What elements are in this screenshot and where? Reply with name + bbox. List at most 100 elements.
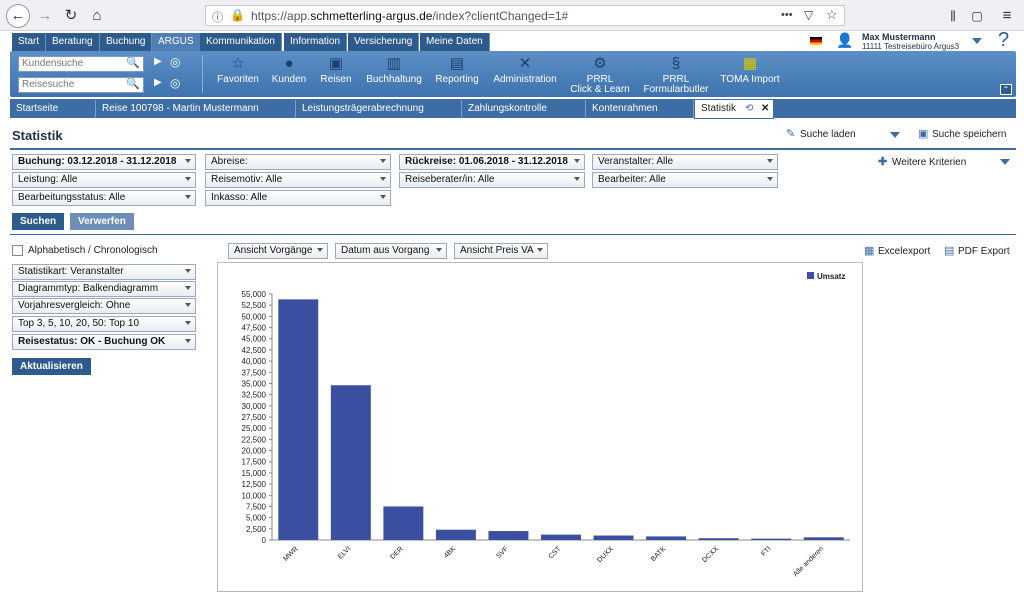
discard-button[interactable]: Verwerfen [70, 213, 134, 230]
y-tick-label: 22,500 [242, 435, 267, 444]
tool-prrl-click-learn[interactable]: ⚙ PRRL Click & Learn [568, 55, 632, 95]
search-icon[interactable]: 🔍 [126, 77, 140, 90]
avatar: 👤 [836, 32, 854, 48]
learn-icon: ⚙ [593, 55, 607, 72]
y-tick-label: 25,000 [242, 424, 267, 433]
view-datum[interactable]: Datum aus Vorgang [335, 243, 447, 259]
load-search-chevron-icon[interactable] [890, 132, 900, 138]
tool-favoriten[interactable]: ☆ Favoriten [214, 55, 262, 85]
filter-inkasso[interactable]: Inkasso: Alle [205, 190, 391, 206]
bar-dcxx [698, 538, 739, 540]
filter-buchung[interactable]: Buchung: 03.12.2018 - 31.12.2018 [12, 154, 196, 170]
bar-chart: 0 2,500 5,000 7,500 10,000 12,500 15,000 17,500… [217, 262, 863, 592]
y-tick-label: 37,500 [242, 368, 267, 377]
nav-meine-daten[interactable]: Meine Daten [420, 33, 490, 51]
search-icon[interactable]: 🔍 [126, 56, 140, 69]
option-vorjahresvergleich[interactable]: Vorjahresvergleich: Ohne [12, 298, 196, 314]
collapse-toolbar-icon[interactable]: ⌃ [1000, 84, 1012, 95]
y-tick-label: 20,000 [242, 447, 267, 456]
save-search-button[interactable]: ▣ Suche speichern [918, 129, 1007, 141]
bar-der [383, 506, 424, 540]
search-button[interactable]: Suchen [12, 213, 65, 230]
nav-buchung[interactable]: Buchung [100, 33, 153, 51]
view-preis[interactable]: Ansicht Preis VA [454, 243, 548, 259]
filter-bearbeitungsstatus[interactable]: Bearbeitungsstatus: Alle [12, 190, 196, 206]
x-tick-label: BATK [650, 545, 668, 563]
filter-rueckreise[interactable]: Rückreise: 01.06.2018 - 31.12.2018 [399, 154, 585, 170]
tab-zahlungskontrolle[interactable]: Zahlungskontrolle [462, 100, 586, 118]
menu-icon[interactable]: ≡ [996, 5, 1018, 27]
tab-kontenrahmen[interactable]: Kontenrahmen [586, 100, 694, 118]
option-statistikart[interactable]: Statistikart: Veranstalter [12, 264, 196, 280]
sidebar-icon[interactable]: ▢ [966, 5, 988, 27]
user-menu-chevron-icon[interactable] [972, 38, 982, 44]
more-criteria-button[interactable]: ✚ Weitere Kriterien [878, 157, 966, 169]
option-diagrammtyp[interactable]: Diagrammtyp: Balkendiagramm [12, 281, 196, 297]
eye-icon[interactable]: ◎ [170, 76, 180, 90]
excel-export-button[interactable]: ▦ Excelexport [864, 246, 930, 258]
tool-prrl-formularbutler[interactable]: § PRRL Formularbutler [640, 55, 712, 95]
reload-icon[interactable]: ↻ [60, 5, 82, 27]
y-tick-label: 15,000 [242, 469, 267, 478]
help-icon[interactable]: ? [998, 29, 1009, 52]
option-reisestatus[interactable]: Reisestatus: OK - Buchung OK [12, 334, 196, 350]
tab-leistungstraegerabrechnung[interactable]: Leistungsträgerabrechnung [296, 100, 462, 118]
close-icon[interactable]: ✕ [761, 100, 769, 118]
bar-batk [646, 536, 687, 540]
legend-swatch [807, 272, 814, 279]
view-ansicht[interactable]: Ansicht Vorgänge [228, 243, 328, 259]
update-button[interactable]: Aktualisieren [12, 358, 91, 375]
tool-reisen[interactable]: ▣ Reisen [316, 55, 356, 85]
nav-beratung[interactable]: Beratung [46, 33, 100, 51]
tool-reporting[interactable]: ▤ Reporting [432, 55, 482, 85]
bookmark-star-icon[interactable]: ☆ [826, 7, 838, 23]
refresh-icon[interactable]: ⟲ [745, 100, 753, 118]
y-tick-label: 35,000 [242, 379, 267, 388]
tab-statistik[interactable]: Statistik ⟲ ✕ [694, 99, 774, 119]
tab-reise[interactable]: Reise 100798 - Martin Mustermann [96, 100, 296, 118]
nav-versicherung[interactable]: Versicherung [348, 33, 420, 51]
play-icon[interactable]: ▶ [154, 77, 162, 88]
flag-de-icon[interactable] [810, 37, 822, 45]
filter-abreise[interactable]: Abreise: [205, 154, 391, 170]
y-tick-label: 30,000 [242, 402, 267, 411]
library-icon[interactable]: ⫼ [942, 5, 964, 27]
sort-checkbox[interactable] [12, 245, 23, 256]
nav-argus[interactable]: ARGUS [152, 33, 201, 51]
x-tick-label: Alle anderen [792, 545, 825, 578]
page-actions-icon[interactable]: ••• [781, 9, 793, 21]
x-tick-label: MWR [282, 545, 299, 562]
address-bar[interactable]: ⓘ 🔒 https://app.schmetterling-argus.de/i… [205, 5, 845, 26]
nav-information[interactable]: Information [284, 33, 348, 51]
pocket-icon[interactable]: ▽ [804, 8, 813, 22]
main-nav: Start Beratung Buchung ARGUS Kommunikati… [0, 29, 1024, 52]
pdf-export-button[interactable]: ▤ PDF Export [944, 245, 1010, 258]
filter-bearbeiter[interactable]: Bearbeiter: Alle [592, 172, 778, 188]
tab-statistik-label: Statistik [701, 103, 737, 114]
eye-icon[interactable]: ◎ [170, 55, 180, 69]
filter-leistung[interactable]: Leistung: Alle [12, 172, 196, 188]
load-search-button[interactable]: ✎ Suche laden [786, 129, 856, 141]
filter-reisemotiv[interactable]: Reisemotiv: Alle [205, 172, 391, 188]
nav-kommunikation[interactable]: Kommunikation [200, 33, 282, 51]
y-tick-label: 42,500 [242, 346, 267, 355]
tab-startseite[interactable]: Startseite [10, 100, 96, 118]
info-icon[interactable]: ⓘ [212, 9, 223, 25]
option-top[interactable]: Top 3, 5, 10, 20, 50: Top 10 [12, 316, 196, 332]
nav-start[interactable]: Start [12, 33, 47, 51]
back-arrow-icon[interactable]: ← [6, 4, 30, 28]
forward-arrow-icon[interactable]: → [34, 5, 56, 27]
x-tick-label: SVF [495, 545, 510, 560]
tool-buchhaltung[interactable]: ▥ Buchhaltung [362, 55, 426, 85]
more-criteria-chevron-icon[interactable] [1000, 159, 1010, 165]
tool-kunden[interactable]: ● Kunden [266, 55, 312, 85]
tool-administration[interactable]: ✕ Administration [490, 55, 560, 85]
pdf-icon: ▤ [944, 245, 955, 257]
home-icon[interactable]: ⌂ [86, 5, 108, 27]
y-tick-label: 45,000 [242, 335, 267, 344]
play-icon[interactable]: ▶ [154, 56, 162, 67]
filter-veranstalter[interactable]: Veranstalter: Alle [592, 154, 778, 170]
tool-toma-import[interactable]: ▦ TOMA Import [718, 55, 782, 85]
sort-label: Alphabetisch / Chronologisch [28, 245, 158, 256]
filter-reiseberater[interactable]: Reiseberater/in: Alle [399, 172, 585, 188]
